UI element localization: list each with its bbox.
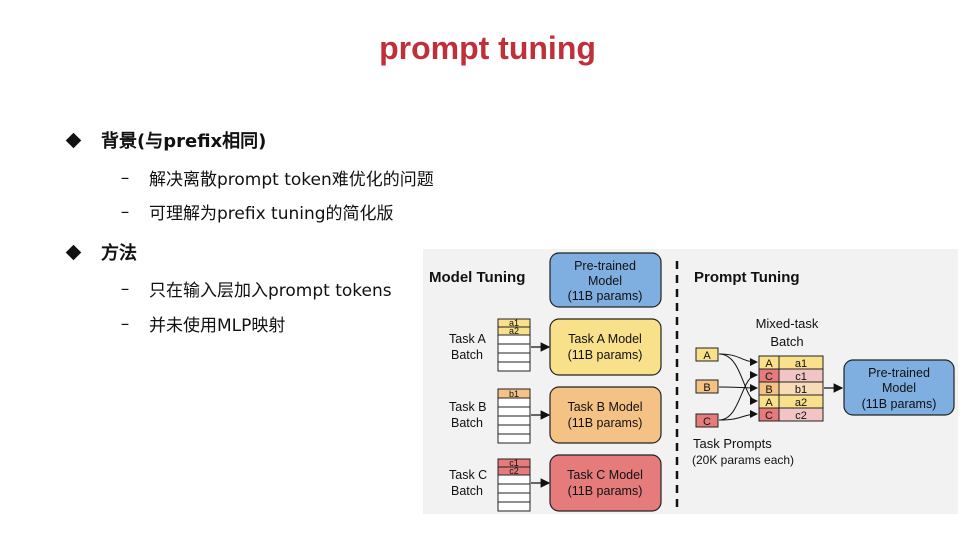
prompt-a: A (695, 347, 719, 362)
list-item-text: 解决离散prompt token难优化的问题 (149, 170, 434, 190)
svg-text:c2: c2 (795, 410, 807, 422)
slide-title: prompt tuning (379, 30, 596, 66)
mixed-batch-title-line2: Batch (770, 334, 803, 349)
list-item: – 解决离散prompt token难优化的问题 (118, 165, 434, 191)
svg-text:Pre-trained: Pre-trained (868, 366, 930, 380)
svg-text:b1: b1 (795, 384, 807, 396)
task-prompts-params-label: (20K params each) (692, 453, 794, 467)
svg-text:Model: Model (882, 381, 916, 395)
svg-text:C: C (703, 416, 711, 428)
task-c-batch-label: Batch (451, 484, 483, 498)
svg-text:Task C Model: Task C Model (567, 468, 643, 482)
task-b-label: Task B (449, 400, 487, 414)
task-prompts-label: Task Prompts (693, 436, 772, 451)
prompt-c: C (695, 413, 719, 428)
svg-text:A: A (765, 397, 773, 409)
prompt-tuning-figure: Model Tuning Pre-trained Model (11B para… (423, 249, 958, 514)
svg-text:B: B (765, 384, 772, 396)
dash-bullet: – (120, 313, 130, 334)
list-item: – 只在输入层加入prompt tokens (118, 276, 392, 302)
svg-text:(11B params): (11B params) (568, 289, 643, 303)
svg-text:A: A (703, 350, 711, 362)
svg-text:Task A Model: Task A Model (568, 332, 642, 346)
svg-text:(11B params): (11B params) (568, 348, 643, 362)
section-heading-text: 方法 (101, 243, 137, 264)
task-c-label: Task C (449, 468, 487, 482)
list-item-text: 并未使用MLP映射 (149, 316, 286, 336)
svg-text:B: B (703, 382, 710, 394)
svg-text:Model: Model (588, 274, 622, 288)
prompt-b: B (695, 379, 719, 394)
svg-text:A: A (765, 358, 773, 370)
section-heading-method: 方法 (65, 239, 137, 265)
section-heading-text: 背景(与prefix相同) (101, 131, 267, 152)
list-item: – 可理解为prefix tuning的简化版 (118, 199, 394, 225)
diamond-bullet-icon (65, 132, 82, 148)
prompt-tuning-title: Prompt Tuning (694, 269, 800, 286)
diamond-bullet-icon (65, 244, 82, 260)
list-item-text: 只在输入层加入prompt tokens (149, 281, 392, 301)
section-heading-background: 背景(与prefix相同) (65, 127, 267, 153)
svg-text:(11B params): (11B params) (568, 416, 643, 430)
svg-text:(11B params): (11B params) (862, 397, 937, 411)
task-a-label: Task A (449, 332, 486, 346)
task-a-batch-label: Batch (451, 348, 483, 362)
svg-text:Pre-trained: Pre-trained (574, 259, 636, 273)
svg-text:a1: a1 (795, 358, 807, 370)
dash-bullet: – (120, 167, 130, 188)
list-item: – 并未使用MLP映射 (118, 311, 286, 337)
svg-text:(11B params): (11B params) (568, 484, 643, 498)
mixed-task-batch-table: A a1 C c1 B b1 A a2 C c2 (758, 355, 824, 422)
model-tuning-title: Model Tuning (429, 269, 525, 286)
svg-text:Task B Model: Task B Model (567, 400, 642, 414)
svg-text:C: C (765, 410, 773, 422)
dash-bullet: – (120, 278, 130, 299)
list-item-text: 可理解为prefix tuning的简化版 (149, 204, 394, 224)
svg-text:c1: c1 (795, 371, 807, 383)
mixed-batch-title-line1: Mixed-task (756, 316, 819, 331)
task-b-batch-label: Batch (451, 416, 483, 430)
pretrained-model-right-box: Pre-trained Model (11B params) (843, 359, 955, 416)
dash-bullet: – (120, 201, 130, 222)
svg-text:a2: a2 (795, 397, 807, 409)
pretrained-model-box: Pre-trained Model (11B params) (549, 252, 662, 308)
svg-text:C: C (765, 371, 773, 383)
